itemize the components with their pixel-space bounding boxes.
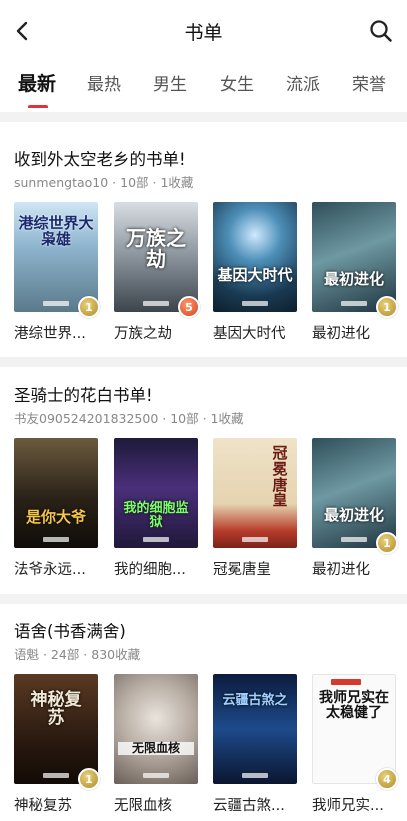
- book-item[interactable]: 最初进化 1 最初进化: [312, 438, 398, 578]
- book-cover[interactable]: 是你大爷: [14, 438, 98, 548]
- booklist-meta: 书友090524201832500 · 10部 · 1收藏: [14, 411, 244, 426]
- booklist-card[interactable]: 圣骑士的花白书单! 书友090524201832500 · 10部 · 1收藏 …: [0, 382, 407, 592]
- book-cover[interactable]: 基因大时代: [213, 202, 297, 312]
- book-item[interactable]: 港综世界大枭雄 1 港综世界...: [14, 202, 100, 342]
- category-tabs: 最新 最热 男生 女生 流派 荣誉: [0, 62, 407, 108]
- booklist-meta: sunmengtao10 · 10部 · 1收藏: [14, 175, 194, 190]
- book-title: 神秘复苏: [14, 798, 72, 814]
- cover-title: 是你大爷: [25, 508, 86, 526]
- publisher-logo: [331, 679, 361, 685]
- rank-badge: 1: [78, 296, 100, 318]
- book-cover[interactable]: 冠冕唐皇: [213, 438, 297, 548]
- rank-badge: 4: [376, 768, 398, 790]
- book-item[interactable]: 万族之劫 5 万族之劫: [114, 202, 200, 342]
- book-item[interactable]: 我师兄实在太稳健了 4 我师兄实...: [312, 674, 398, 814]
- tab-male[interactable]: 男生: [153, 70, 187, 95]
- book-cover[interactable]: 无限血核: [114, 674, 198, 784]
- book-title: 云疆古煞...: [213, 798, 285, 814]
- book-title: 无限血核: [114, 798, 172, 814]
- book-item[interactable]: 无限血核 无限血核: [114, 674, 198, 814]
- book-title: 最初进化: [312, 562, 370, 578]
- booklist-meta: 语魁 · 24部 · 830收藏: [14, 647, 141, 662]
- publisher-logo: [341, 537, 367, 542]
- tab-hot[interactable]: 最热: [87, 70, 121, 95]
- book-item[interactable]: 云疆古煞之 云疆古煞...: [213, 674, 297, 814]
- book-title: 我的细胞...: [114, 562, 186, 578]
- publisher-logo: [43, 537, 69, 542]
- cover-title: 最初进化: [323, 270, 384, 288]
- cover-title: 我师兄实在太稳健了: [319, 690, 389, 721]
- publisher-logo: [143, 773, 169, 778]
- page-title: 书单: [184, 22, 223, 44]
- booklist-title[interactable]: 语舍(书香满舍): [14, 618, 126, 642]
- rank-badge: 5: [178, 296, 200, 318]
- book-title: 万族之劫: [114, 326, 172, 342]
- book-item[interactable]: 最初进化 1 最初进化: [312, 202, 398, 342]
- tab-genre[interactable]: 流派: [286, 70, 320, 95]
- book-title: 基因大时代: [213, 326, 286, 342]
- publisher-logo: [143, 537, 169, 542]
- publisher-logo: [143, 301, 169, 306]
- cover-title: 神秘复苏: [30, 690, 82, 728]
- book-cover[interactable]: 我的细胞监狱: [114, 438, 198, 548]
- book-title: 我师兄实...: [312, 798, 384, 814]
- book-item[interactable]: 我的细胞监狱 我的细胞...: [114, 438, 198, 578]
- cover-title: 无限血核: [118, 742, 194, 755]
- rank-badge: 1: [376, 532, 398, 554]
- booklist-title[interactable]: 收到外太空老乡的书单!: [14, 146, 186, 170]
- publisher-logo: [242, 301, 268, 306]
- book-title: 冠冕唐皇: [213, 562, 271, 578]
- booklist-title[interactable]: 圣骑士的花白书单!: [14, 382, 153, 406]
- publisher-logo: [242, 773, 268, 778]
- publisher-logo: [43, 773, 69, 778]
- book-item[interactable]: 冠冕唐皇 冠冕唐皇: [213, 438, 297, 578]
- booklist-card[interactable]: 语舍(书香满舍) 语魁 · 24部 · 830收藏 神秘复苏 1 神秘复苏 无限…: [0, 618, 407, 821]
- booklist-card[interactable]: 收到外太空老乡的书单! sunmengtao10 · 10部 · 1收藏 港综世…: [0, 146, 407, 356]
- cover-title: 最初进化: [323, 506, 384, 524]
- book-title: 最初进化: [312, 326, 370, 342]
- cover-title: 万族之劫: [126, 226, 186, 271]
- tab-honor[interactable]: 荣誉: [352, 70, 386, 95]
- tab-female[interactable]: 女生: [220, 70, 254, 95]
- book-item[interactable]: 是你大爷 法爷永远...: [14, 438, 98, 578]
- separator: [0, 594, 407, 604]
- search-icon[interactable]: [369, 19, 393, 43]
- publisher-logo: [341, 301, 367, 306]
- cover-title: 云疆古煞之: [222, 693, 288, 708]
- book-item[interactable]: 基因大时代 基因大时代: [213, 202, 297, 342]
- separator: [0, 357, 407, 367]
- active-tab-indicator: [28, 105, 48, 108]
- cover-title: 港综世界大枭雄: [18, 214, 94, 248]
- rank-badge: 1: [376, 296, 398, 318]
- top-bar: 书单: [0, 0, 407, 62]
- book-cover[interactable]: 云疆古煞之: [213, 674, 297, 784]
- rank-badge: 1: [78, 768, 100, 790]
- cover-title: 基因大时代: [217, 266, 293, 284]
- separator: [0, 112, 407, 122]
- tab-latest[interactable]: 最新: [18, 69, 56, 96]
- publisher-logo: [242, 537, 268, 542]
- book-title: 港综世界...: [14, 326, 86, 342]
- cover-title: 我的细胞监狱: [123, 501, 189, 530]
- publisher-logo: [43, 301, 69, 306]
- cover-title: 冠冕唐皇: [272, 444, 288, 510]
- book-item[interactable]: 神秘复苏 1 神秘复苏: [14, 674, 100, 814]
- book-title: 法爷永远...: [14, 562, 86, 578]
